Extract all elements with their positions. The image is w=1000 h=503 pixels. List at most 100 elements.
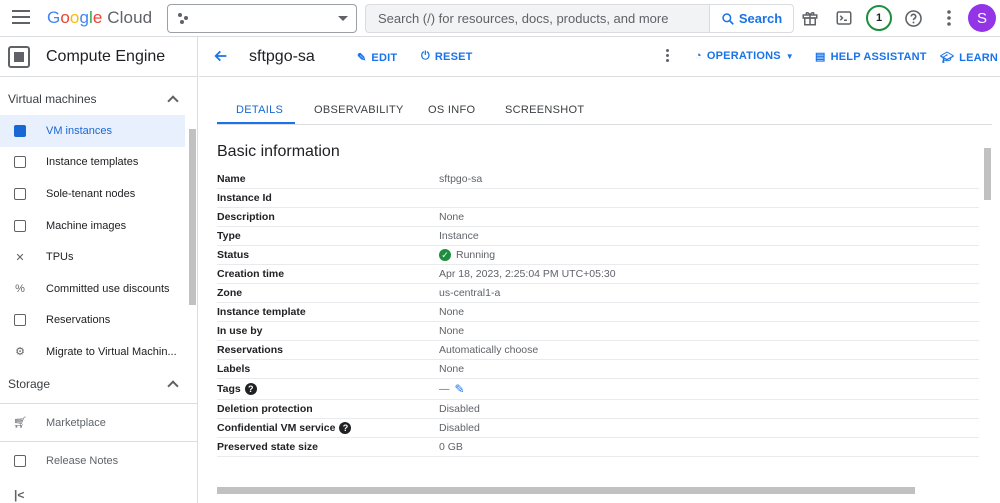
search-button-label: Search	[738, 11, 783, 26]
property-row: Description None	[217, 208, 979, 227]
sidebar-item-label: Instance templates	[46, 156, 139, 169]
top-bar: Google Cloud Search 1 S	[0, 0, 1000, 37]
property-value: None	[439, 306, 465, 318]
tab-observability[interactable]: OBSERVABILITY	[314, 104, 404, 116]
sidebar-item-label: Committed use discounts	[46, 282, 170, 295]
tab-details[interactable]: DETAILS	[236, 104, 283, 116]
property-value: Apr 18, 2023, 2:25:04 PM UTC+05:30	[439, 268, 616, 280]
learn-button[interactable]: 🎓︎ LEARN	[940, 51, 998, 65]
chat-icon: ▤	[815, 51, 826, 63]
sidebar-item-vm-instances[interactable]: VM instances	[0, 115, 185, 147]
search-field[interactable]	[365, 4, 709, 33]
terminal-icon[interactable]	[833, 7, 855, 29]
vm-icon	[14, 124, 26, 137]
sidebar-scrollbar[interactable]	[189, 129, 196, 305]
property-row: Preserved state size 0 GB	[217, 438, 979, 457]
sidebar-item-instance-templates[interactable]: Instance templates	[0, 147, 197, 179]
property-value: 0 GB	[439, 441, 463, 453]
tpu-icon: ✕	[15, 251, 25, 264]
property-key: Deletion protection	[217, 403, 313, 415]
section-storage[interactable]: Storage	[0, 368, 197, 400]
property-row: Instance template None	[217, 303, 979, 322]
section-virtual-machines[interactable]: Virtual machines	[0, 83, 197, 115]
help-assistant-button[interactable]: ▤ HELP ASSISTANT	[815, 50, 927, 64]
reset-button[interactable]: ⏻ RESET	[421, 50, 473, 63]
sidebar-item-release-notes[interactable]: Release Notes	[0, 445, 197, 477]
gift-icon[interactable]	[799, 7, 821, 29]
back-arrow-icon[interactable]	[213, 48, 229, 67]
help-assistant-label: HELP ASSISTANT	[830, 50, 927, 63]
help-icon[interactable]	[902, 7, 924, 29]
page-title: sftpgo-sa	[249, 48, 315, 65]
property-key: Status	[217, 249, 250, 261]
project-picker[interactable]	[167, 4, 357, 33]
sidebar-item-machine-images[interactable]: Machine images	[0, 210, 197, 242]
property-key: Name	[217, 173, 246, 185]
horizontal-scrollbar[interactable]	[217, 487, 915, 494]
more-vert-icon[interactable]	[666, 49, 670, 64]
property-row: Zone us-central1-a	[217, 284, 979, 303]
active-tab-indicator	[217, 122, 295, 124]
sidebar-item-label: Marketplace	[46, 416, 106, 429]
help-icon[interactable]: ?	[339, 422, 352, 435]
sidebar-item-committed-use-discounts[interactable]: % Committed use discounts	[0, 273, 197, 305]
property-row: Creation time Apr 18, 2023, 2:25:04 PM U…	[217, 265, 979, 284]
node-icon	[14, 187, 26, 200]
more-vert-icon[interactable]	[938, 7, 960, 29]
property-row: In use by None	[217, 322, 979, 341]
percent-icon: %	[15, 282, 25, 295]
property-row: Deletion protection Disabled	[217, 400, 979, 419]
property-value: Disabled	[439, 422, 480, 434]
property-key: Labels	[217, 363, 251, 375]
avatar[interactable]: S	[968, 4, 996, 32]
edit-tags-icon[interactable]: ✎	[455, 382, 465, 396]
property-key: Instance template	[217, 306, 306, 318]
collapse-sidebar-icon[interactable]: |<	[14, 488, 24, 502]
search-button[interactable]: Search	[709, 4, 794, 33]
property-key: Instance Id	[217, 192, 272, 204]
tab-bar: DETAILS OBSERVABILITY OS INFO SCREENSHOT	[217, 97, 992, 125]
edit-label: EDIT	[371, 51, 398, 64]
pencil-icon: ✎	[357, 52, 367, 64]
tab-screenshot[interactable]: SCREENSHOT	[505, 104, 584, 116]
property-key: Tags?	[217, 383, 257, 396]
google-cloud-logo[interactable]: Google Cloud	[47, 8, 152, 28]
property-value: — ✎	[439, 382, 465, 396]
calendar-icon	[14, 314, 26, 327]
notifications-badge[interactable]: 1	[866, 5, 892, 31]
sidebar-item-marketplace[interactable]: 🛒︎ Marketplace	[0, 407, 197, 439]
tab-os-info[interactable]: OS INFO	[428, 104, 475, 116]
search-input[interactable]	[366, 5, 709, 32]
property-key: Confidential VM service?	[217, 422, 352, 435]
power-icon: ⏻	[421, 50, 430, 62]
property-key: Zone	[217, 287, 243, 299]
property-key: Type	[217, 230, 241, 242]
properties-table: Name sftpgo-sa Instance Id Description N…	[217, 170, 979, 457]
divider	[0, 441, 197, 443]
content-scrollbar[interactable]	[984, 148, 991, 200]
help-icon[interactable]: ?	[244, 383, 257, 396]
sidebar-item-sole-tenant-nodes[interactable]: Sole-tenant nodes	[0, 178, 197, 210]
check-circle-icon: ✓	[439, 249, 451, 261]
image-icon	[14, 219, 26, 232]
compute-engine-icon	[8, 45, 30, 68]
operations-label: OPERATIONS	[706, 50, 781, 62]
property-value: ✓ Running	[439, 249, 495, 261]
sidebar-item-reservations[interactable]: Reservations	[0, 305, 197, 337]
menu-icon[interactable]	[12, 10, 30, 26]
project-icon	[178, 12, 192, 26]
operations-button[interactable]: ◔ OPERATIONS ▼	[695, 50, 794, 62]
property-value: Disabled	[439, 403, 480, 415]
chevron-up-icon	[167, 380, 179, 392]
sidebar-item-tpus[interactable]: ✕ TPUs	[0, 241, 197, 273]
sidebar-item-migrate[interactable]: ⚙ Migrate to Virtual Machin...	[0, 336, 197, 368]
sidebar-item-label: Release Notes	[46, 455, 119, 468]
product-title: Compute Engine	[46, 47, 166, 65]
status-text: Running	[456, 249, 496, 261]
sidebar-item-label: VM instances	[46, 124, 113, 137]
section-label: Storage	[8, 376, 51, 391]
divider	[0, 402, 197, 404]
property-value: us-central1-a	[439, 287, 501, 299]
edit-button[interactable]: ✎ EDIT	[357, 51, 398, 65]
property-row: Type Instance	[217, 227, 979, 246]
